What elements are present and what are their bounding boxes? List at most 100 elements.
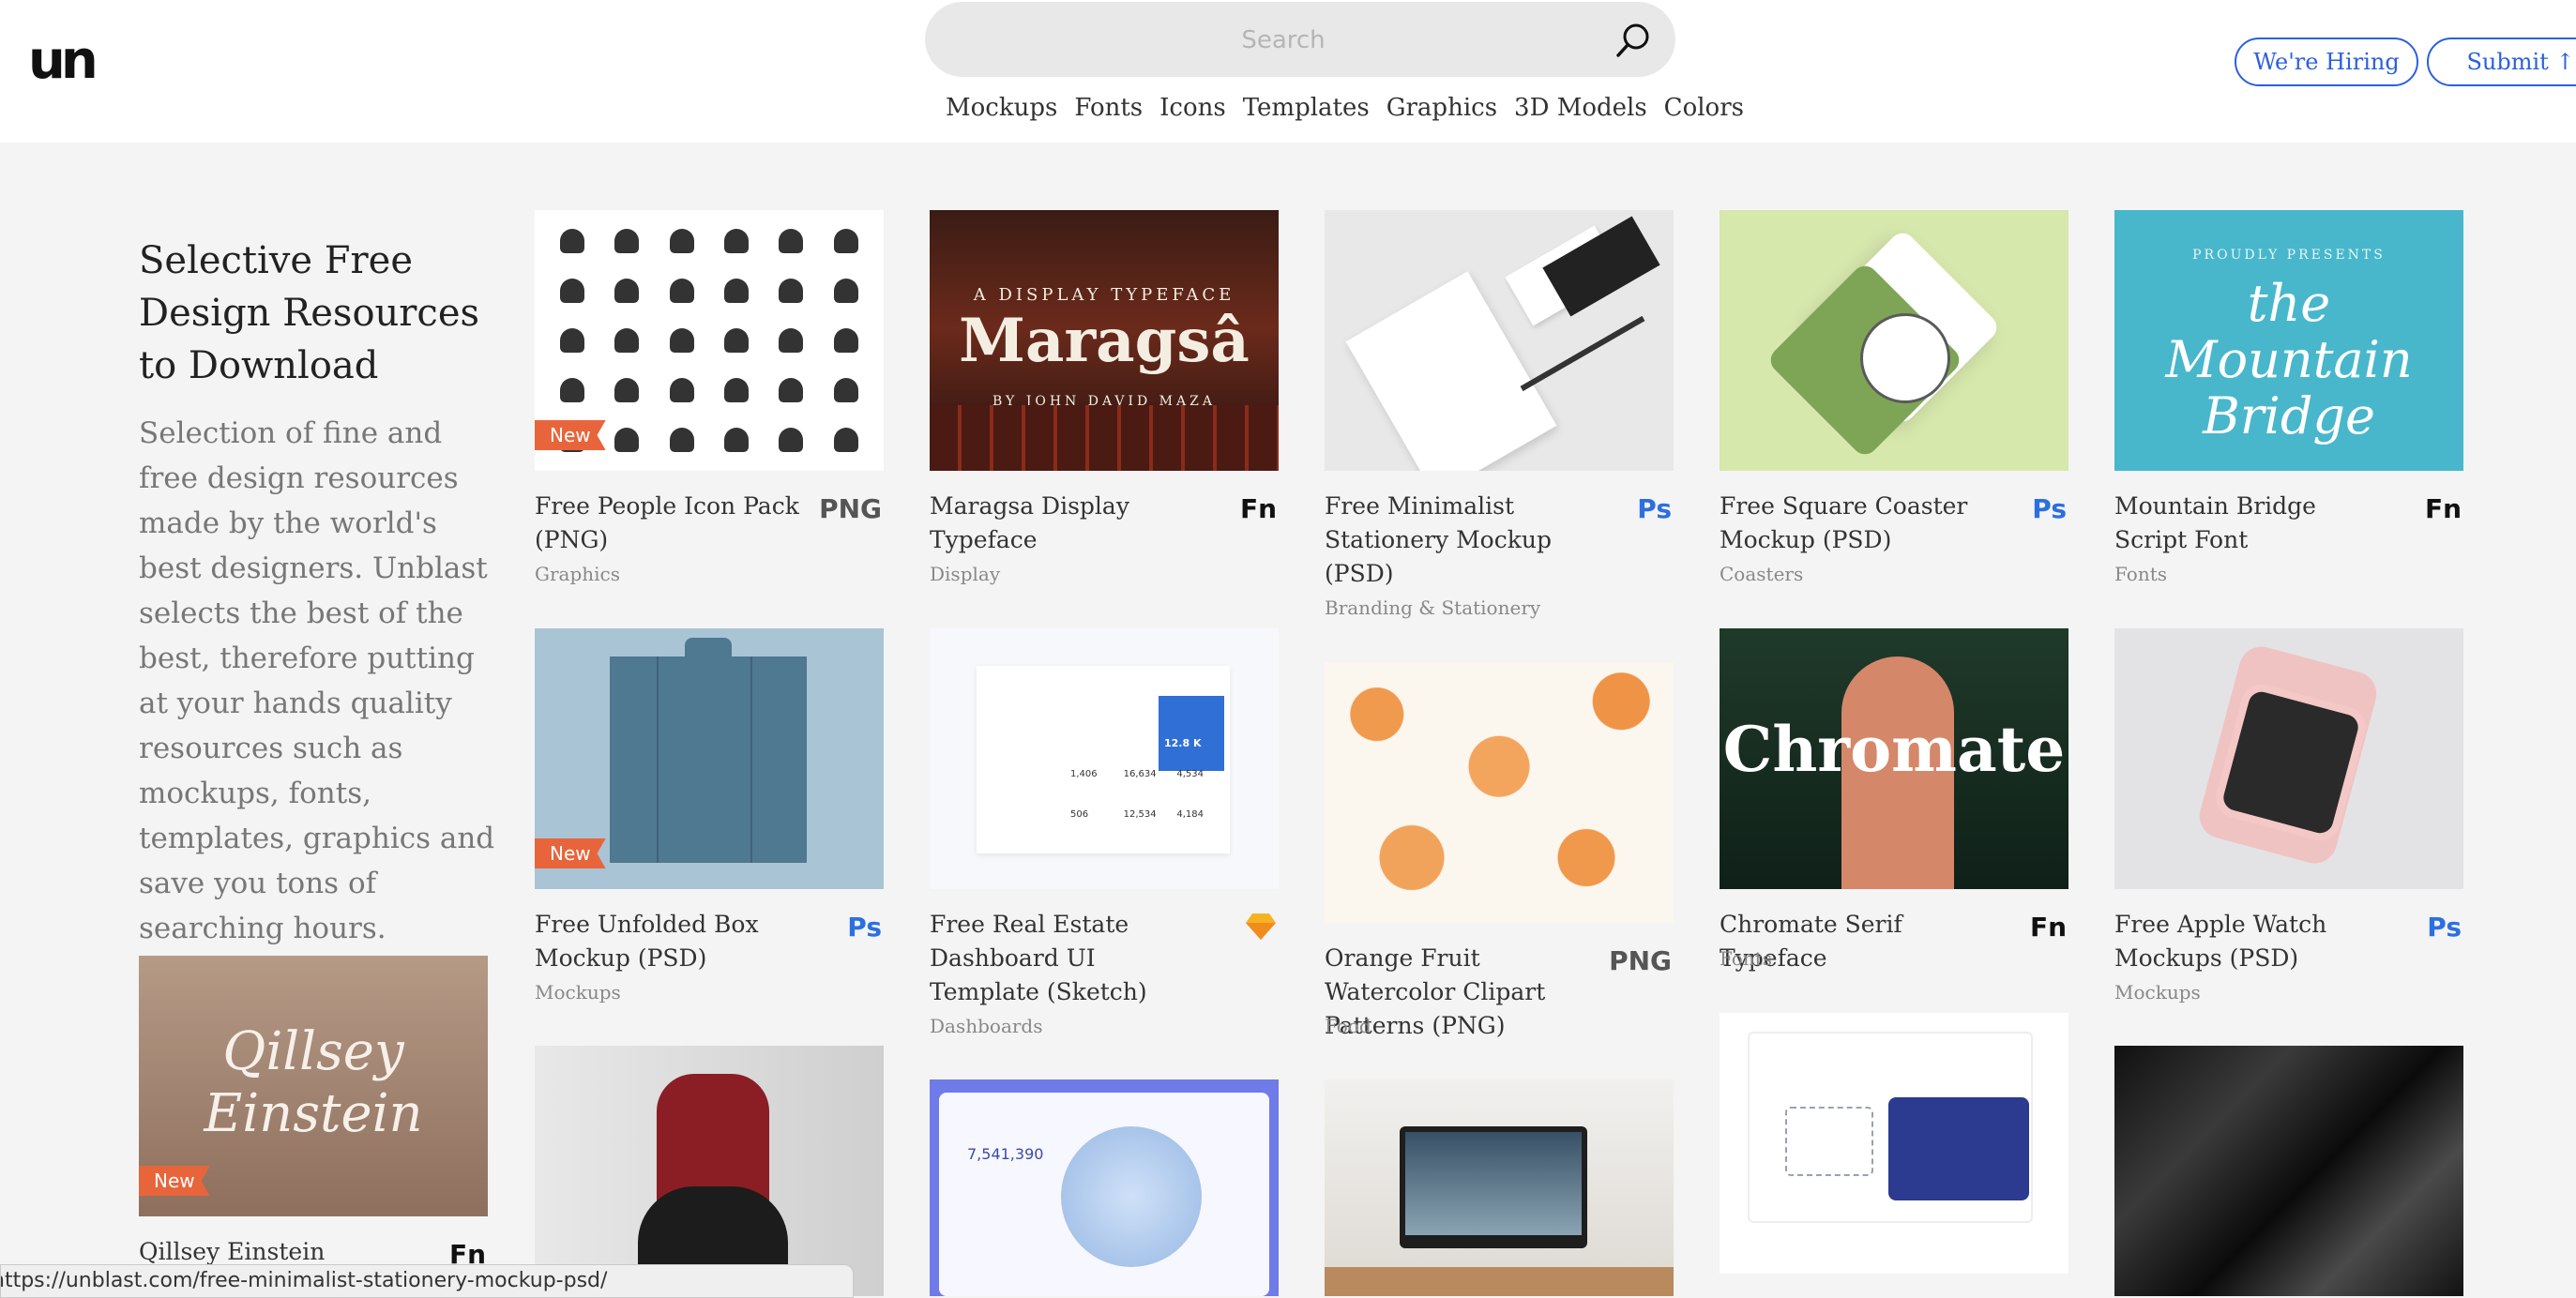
thumb-wordmark: Chromate — [1722, 713, 2066, 786]
card-thumbnail[interactable] — [1325, 210, 1674, 471]
card-square-coaster[interactable]: Free Square Coaster Mockup (PSD) Ps Coas… — [1720, 210, 2068, 585]
card-category[interactable]: Mockups — [2114, 981, 2201, 1004]
thumb-pencil — [1520, 315, 1645, 392]
thumb-box-fold — [657, 657, 659, 863]
card-real-estate-dashboard[interactable]: 12.8 K 1,406 16,634 4,534 506 12,534 4,1… — [930, 628, 1279, 1037]
intro-section: Selective Free Design Resources to Downl… — [139, 234, 495, 951]
card-thumbnail[interactable]: 7,541,390 — [930, 1079, 1279, 1296]
ps-type-icon: Ps — [2427, 912, 2462, 943]
new-badge: New — [535, 838, 606, 868]
status-bar-url: https://unblast.com/free-minimalist-stat… — [0, 1264, 854, 1298]
thumb-placeholder — [1785, 1107, 1873, 1176]
search-input[interactable] — [962, 11, 1604, 69]
search-bar — [925, 2, 1675, 77]
status-url-text: https://unblast.com/free-minimalist-stat… — [0, 1269, 608, 1292]
nav-graphics[interactable]: Graphics — [1386, 94, 1497, 122]
card-thumbnail[interactable] — [535, 1046, 884, 1296]
intro-body: Selection of fine and free design resour… — [139, 416, 495, 945]
card-thumbnail[interactable] — [1325, 1079, 1674, 1296]
thumb-dashboard-highlight — [1159, 696, 1224, 771]
card-category[interactable]: Food — [1325, 1015, 1371, 1037]
thumb-stat: 4,184 — [1176, 809, 1204, 820]
card-category[interactable]: Dashboards — [930, 1015, 1043, 1037]
font-type-icon: Fn — [2029, 912, 2067, 943]
card-title[interactable]: Mountain Bridge Script Font — [2114, 490, 2396, 557]
card-unfolded-box[interactable]: New Free Unfolded Box Mockup (PSD) Ps Mo… — [535, 628, 884, 1004]
card-thumbnail[interactable] — [2114, 628, 2463, 889]
search-icon[interactable] — [1614, 21, 1653, 60]
thumb-coaster-seal — [1860, 313, 1950, 403]
ps-type-icon: Ps — [847, 912, 882, 943]
card-thumbnail[interactable]: New — [535, 628, 884, 889]
nav-3d-models[interactable]: 3D Models — [1514, 94, 1647, 122]
thumb-orange-pattern — [1325, 662, 1674, 923]
thumb-globe — [1061, 1126, 1202, 1267]
card-thumbnail[interactable]: PROUDLY PRESENTS the Mountain Bridge — [2114, 210, 2463, 471]
nav-colors[interactable]: Colors — [1664, 94, 1744, 122]
card-category[interactable]: Mockups — [535, 981, 621, 1004]
card-category[interactable]: Display — [930, 563, 1000, 585]
thumb-wordmark: the Mountain Bridge — [2165, 274, 2413, 445]
card-qillsey-einstein[interactable]: Qillsey Einstein New Qillsey Einstein Fn — [139, 956, 488, 1270]
card-mountain-bridge[interactable]: PROUDLY PRESENTS the Mountain Bridge Mou… — [2114, 210, 2463, 585]
card-people-icon-pack[interactable]: New Free People Icon Pack (PNG) PNG Grap… — [535, 210, 884, 585]
card-thumbnail[interactable] — [1720, 1013, 2068, 1274]
ps-type-icon: Ps — [1637, 493, 1672, 524]
card-title[interactable]: Free Real Estate Dashboard UI Template (… — [930, 908, 1211, 1009]
card-title[interactable]: Free Unfolded Box Mockup (PSD) — [535, 908, 816, 975]
card-plastic-texture[interactable] — [2114, 1046, 2463, 1296]
card-category[interactable]: Coasters — [1720, 563, 1803, 585]
card-thumbnail[interactable]: A DISPLAY TYPEFACE Maragsâ BY JOHN DAVID… — [930, 210, 1279, 471]
thumb-stat: 16,634 — [1123, 769, 1157, 779]
site-header: un Mockups Fonts Icons Templates Graphic… — [0, 0, 2576, 143]
thumb-stat: 7,541,390 — [967, 1145, 1044, 1163]
card-backpack[interactable] — [535, 1046, 884, 1296]
card-title[interactable]: Free Apple Watch Mockups (PSD) — [2114, 908, 2396, 975]
card-thumbnail[interactable] — [1720, 210, 2068, 471]
card-category[interactable]: Branding & Stationery — [1325, 596, 1540, 619]
card-title[interactable]: Free People Icon Pack (PNG) — [535, 490, 816, 557]
thumb-stat: 1,406 — [1070, 769, 1098, 779]
thumb-box-flap — [685, 638, 732, 666]
nav-icons[interactable]: Icons — [1159, 94, 1226, 122]
card-thumbnail[interactable]: Chromate — [1720, 628, 2068, 889]
card-maragsa[interactable]: A DISPLAY TYPEFACE Maragsâ BY JOHN DAVID… — [930, 210, 1279, 585]
nav-fonts[interactable]: Fonts — [1074, 94, 1143, 122]
new-badge: New — [535, 420, 606, 450]
card-dashboard-stats[interactable]: 7,541,390 — [930, 1079, 1279, 1296]
card-orange-fruit[interactable]: Orange Fruit Watercolor Clipart Patterns… — [1325, 662, 1674, 1039]
thumb-box-fold — [750, 657, 752, 863]
thumb-train-window — [930, 405, 1279, 471]
card-title[interactable]: Maragsa Display Typeface — [930, 490, 1211, 557]
logo[interactable]: un — [28, 30, 98, 91]
card-apple-watch[interactable]: Free Apple Watch Mockups (PSD) Ps Mockup… — [2114, 628, 2463, 1004]
card-title[interactable]: Free Minimalist Stationery Mockup (PSD) — [1325, 490, 1606, 591]
card-thumbnail[interactable]: Qillsey Einstein New — [139, 956, 488, 1216]
thumb-stat: 506 — [1070, 809, 1089, 820]
card-category[interactable]: Fonts — [2114, 563, 2167, 585]
card-thumbnail[interactable] — [2114, 1046, 2463, 1296]
card-thumbnail[interactable] — [1325, 662, 1674, 923]
card-title[interactable]: Free Square Coaster Mockup (PSD) — [1720, 490, 2001, 557]
card-imac-mockup[interactable] — [1325, 1079, 1674, 1296]
thumb-board — [1888, 1097, 2029, 1200]
category-nav: Mockups Fonts Icons Templates Graphics 3… — [946, 94, 1744, 122]
hiring-button[interactable]: We're Hiring — [2235, 38, 2418, 86]
card-illustration[interactable] — [1720, 1013, 2068, 1274]
card-category[interactable]: Graphics — [535, 563, 620, 585]
thumb-tagline: PROUDLY PRESENTS — [2192, 248, 2386, 263]
card-thumbnail[interactable]: New — [535, 210, 884, 471]
card-category[interactable]: Fonts — [1720, 947, 1772, 970]
card-thumbnail[interactable]: 12.8 K 1,406 16,634 4,534 506 12,534 4,1… — [930, 628, 1279, 889]
png-type-icon: PNG — [1609, 945, 1672, 976]
intro-heading: Selective Free Design Resources to Downl… — [139, 239, 480, 387]
thumb-monitor-screen — [1405, 1132, 1582, 1235]
font-type-icon: Fn — [1239, 493, 1277, 524]
card-stationery[interactable]: Free Minimalist Stationery Mockup (PSD) … — [1325, 210, 1674, 619]
submit-button[interactable]: Submit ↑ — [2427, 38, 2576, 86]
thumb-dashboard-stats: 1,406 16,634 4,534 506 12,534 4,184 — [1070, 769, 1230, 820]
card-chromate[interactable]: Chromate Chromate Serif Typeface Fn Font… — [1720, 628, 2068, 972]
nav-templates[interactable]: Templates — [1243, 94, 1370, 122]
sketch-type-icon — [1246, 913, 1276, 940]
nav-mockups[interactable]: Mockups — [946, 94, 1057, 122]
